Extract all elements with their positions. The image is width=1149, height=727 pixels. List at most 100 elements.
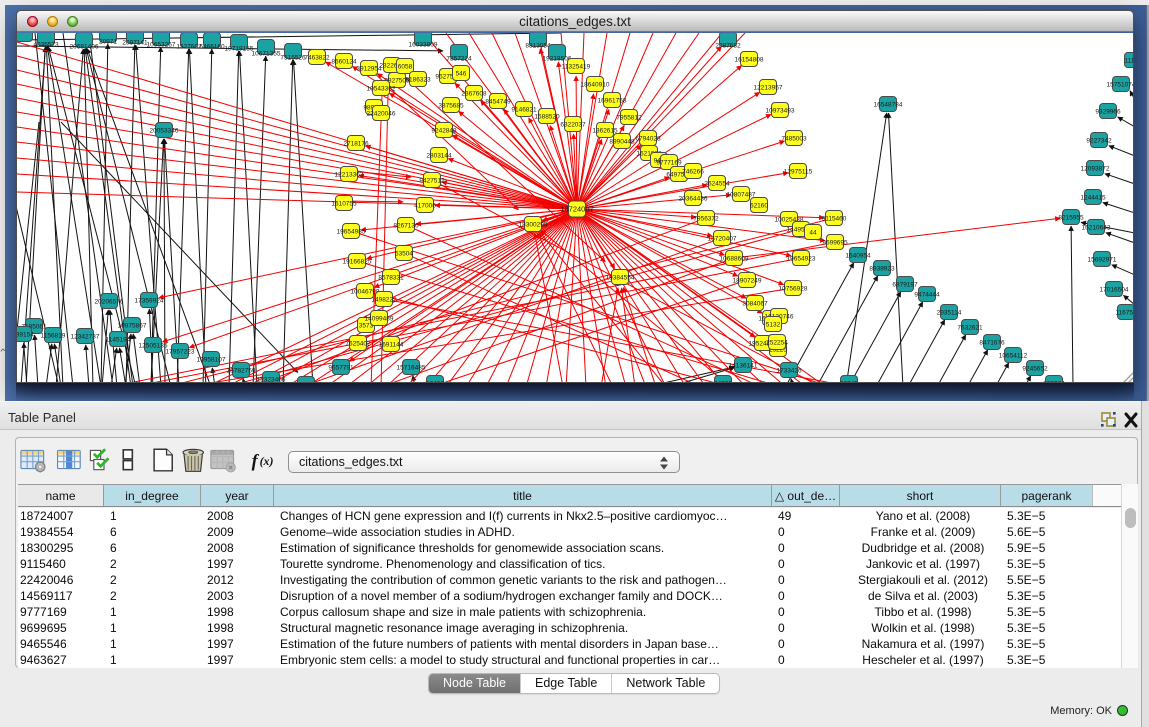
svg-text:7463822: 7463822 (304, 54, 330, 61)
svg-text:62160: 62160 (750, 202, 768, 209)
svg-text:7956372: 7956372 (693, 215, 719, 222)
svg-text:18640910: 18640910 (581, 81, 610, 88)
svg-text:7485003: 7485003 (781, 135, 807, 142)
svg-text:8186323: 8186323 (405, 76, 431, 83)
svg-text:2367608: 2367608 (461, 90, 487, 97)
svg-text:1498222: 1498222 (371, 296, 397, 303)
svg-text:22420046: 22420046 (367, 110, 396, 117)
svg-text:12093872: 12093872 (1081, 165, 1110, 172)
svg-text:14136141: 14136141 (729, 362, 758, 369)
svg-text:12342737: 12342737 (71, 333, 100, 340)
svg-text:14099489: 14099489 (365, 315, 394, 322)
svg-text:10688609: 10688609 (720, 255, 749, 262)
svg-text:6879197: 6879197 (892, 281, 918, 288)
svg-text:1610755: 1610755 (331, 200, 357, 207)
svg-text:19654985: 19654985 (337, 228, 366, 235)
svg-text:3084067: 3084067 (742, 300, 768, 307)
svg-text:10807487: 10807487 (727, 191, 756, 198)
svg-text:8454749: 8454749 (485, 98, 511, 105)
svg-text:9115460: 9115460 (822, 215, 847, 222)
svg-text:16154808: 16154808 (735, 56, 764, 63)
svg-text:16033809: 16033809 (409, 42, 438, 49)
svg-text:16210643: 16210643 (1082, 224, 1111, 231)
svg-text:19166825: 19166825 (343, 258, 372, 265)
svg-text:8471676: 8471676 (979, 339, 1005, 346)
svg-text:252254: 252254 (766, 339, 788, 346)
svg-text:2097141: 2097141 (122, 40, 148, 47)
svg-text:10462: 10462 (426, 380, 444, 383)
svg-text:2935114: 2935114 (937, 309, 962, 316)
svg-text:18724007: 18724007 (560, 205, 593, 214)
svg-text:9146821: 9146821 (511, 106, 537, 113)
svg-text:1362615: 1362615 (592, 127, 618, 134)
svg-text:1640954: 1640954 (845, 252, 871, 259)
svg-text:18300295: 18300295 (519, 221, 548, 228)
svg-text:116753: 116753 (1115, 309, 1134, 316)
svg-text:9474444: 9474444 (914, 291, 940, 298)
svg-text:6058: 6058 (398, 63, 413, 70)
svg-text:20206576: 20206576 (95, 298, 124, 305)
svg-text:17016504: 17016504 (1100, 286, 1129, 293)
svg-text:8938923: 8938923 (869, 265, 895, 272)
svg-text:6322037: 6322037 (560, 121, 586, 128)
svg-text:7632621: 7632621 (957, 324, 983, 331)
svg-text:8215955: 8215955 (1058, 214, 1084, 221)
svg-text:7955812: 7955812 (616, 114, 642, 121)
svg-text:10756928: 10756928 (779, 285, 808, 292)
svg-text:9699695: 9699695 (822, 239, 848, 246)
svg-text:924505: 924505 (295, 381, 317, 383)
svg-text:6466160: 6466160 (199, 44, 225, 51)
svg-text:10719155: 10719155 (225, 46, 254, 53)
svg-text:12323466: 12323466 (257, 376, 286, 383)
svg-text:11325419: 11325419 (562, 63, 591, 70)
svg-text:3624554: 3624554 (704, 180, 730, 187)
svg-text:84629: 84629 (714, 380, 732, 383)
svg-text:7515526: 7515526 (280, 55, 306, 62)
svg-text:7625402: 7625402 (345, 340, 371, 347)
svg-text:8813054: 8813054 (525, 43, 551, 50)
svg-text:9245652: 9245652 (1022, 365, 1048, 372)
svg-text:9657791: 9657791 (328, 364, 354, 371)
svg-text:20971: 20971 (99, 39, 117, 46)
svg-text:1145194: 1145194 (106, 336, 131, 343)
svg-text:3875685: 3875685 (438, 102, 464, 109)
svg-text:15751074: 15751074 (1107, 81, 1134, 88)
svg-text:1527602: 1527602 (176, 44, 202, 51)
svg-text:f: f (252, 450, 260, 470)
svg-text:19384554: 19384554 (606, 274, 635, 281)
svg-text:15716485: 15716485 (397, 364, 426, 371)
svg-text:2718176: 2718176 (343, 140, 369, 147)
svg-text:20053346: 20053346 (150, 127, 179, 134)
svg-text:20364436: 20364436 (679, 195, 708, 202)
svg-text:9427512: 9427512 (419, 177, 445, 184)
svg-text:1733426: 1733426 (776, 367, 802, 374)
svg-text:12975115: 12975115 (784, 168, 813, 175)
svg-text:4035573: 4035573 (33, 42, 59, 49)
svg-text:546: 546 (456, 70, 467, 77)
svg-text:10653267: 10653267 (147, 42, 176, 49)
svg-text:1691144: 1691144 (379, 341, 404, 348)
svg-text:15720407: 15720407 (708, 235, 737, 242)
svg-text:7857224: 7857224 (446, 56, 472, 63)
svg-text:1244415: 1244415 (1080, 194, 1106, 201)
svg-text:10975867: 10975867 (118, 322, 147, 329)
svg-text:10671355: 10671355 (252, 51, 281, 58)
svg-text:5132: 5132 (766, 321, 781, 328)
svg-text:19654923: 19654923 (787, 255, 816, 262)
svg-text:8578331: 8578331 (378, 274, 404, 281)
svg-text:44: 44 (809, 229, 817, 236)
svg-text:100924: 100924 (1043, 380, 1065, 383)
svg-text:53504: 53504 (395, 250, 413, 257)
svg-text:15692971: 15692971 (1088, 256, 1117, 263)
svg-text:20691406: 20691406 (70, 44, 99, 51)
svg-text:8267130: 8267130 (393, 222, 419, 229)
svg-text:8990448: 8990448 (609, 138, 635, 145)
svg-text:10654112: 10654112 (999, 352, 1028, 359)
svg-text:1588520: 1588520 (534, 113, 560, 120)
svg-text:17359924: 17359924 (135, 297, 164, 304)
svg-text:11124: 11124 (1124, 57, 1134, 64)
svg-text:939154: 939154 (17, 331, 34, 338)
svg-text:6794028: 6794028 (635, 135, 661, 142)
svg-text:9242848: 9242848 (431, 127, 457, 134)
svg-text:9329966: 9329966 (1095, 108, 1121, 115)
